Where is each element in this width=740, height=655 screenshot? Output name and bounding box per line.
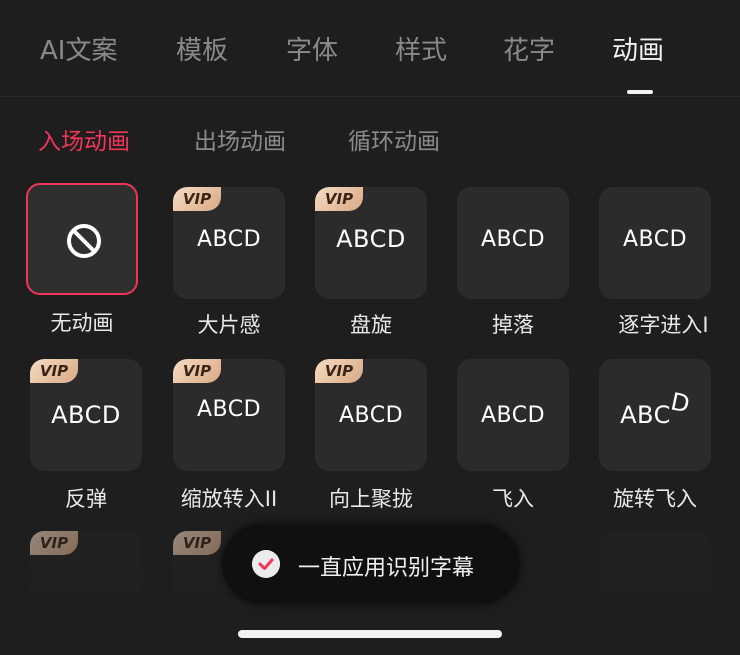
vip-badge: VIP bbox=[315, 359, 363, 383]
animation-label: 反弹 bbox=[65, 487, 107, 511]
animation-thumbnail bbox=[26, 183, 138, 295]
checkmark-icon[interactable] bbox=[252, 550, 280, 578]
animation-sample-text: ABCD bbox=[196, 397, 262, 422]
vip-badge: VIP bbox=[315, 187, 363, 211]
animation-label: 大片感 bbox=[197, 313, 261, 337]
animation-label: 掉落 bbox=[492, 313, 534, 337]
animation-sample-text: ABCD bbox=[622, 227, 688, 252]
animation-sample-text: ABCD bbox=[599, 387, 711, 429]
animation-thumbnail: ABCD bbox=[599, 359, 711, 471]
animation-label: 向上聚拢 bbox=[329, 487, 413, 511]
tab-styles[interactable]: 样式 bbox=[395, 30, 447, 67]
animation-thumbnail: ABCD VIP bbox=[315, 187, 427, 299]
vip-badge: VIP bbox=[173, 531, 221, 555]
active-tab-indicator bbox=[627, 90, 653, 94]
vip-badge: VIP bbox=[173, 359, 221, 383]
sample-text-rotated-d: D bbox=[668, 387, 693, 419]
animation-subtab-bar: 入场动画 出场动画 循环动画 bbox=[0, 112, 740, 162]
animation-thumbnail: ABCD bbox=[599, 187, 711, 299]
tab-animation[interactable]: 动画 bbox=[612, 30, 664, 67]
animation-thumbnail: ABCD bbox=[457, 359, 569, 471]
vip-badge: VIP bbox=[173, 187, 221, 211]
no-entry-icon bbox=[67, 224, 101, 258]
animation-label: 缩放转入II bbox=[180, 487, 278, 511]
tab-ai-copy[interactable]: AI文案 bbox=[40, 30, 117, 67]
apply-recognized-subtitles-toast[interactable]: 一直应用识别字幕 bbox=[222, 524, 520, 604]
tab-templates[interactable]: 模板 bbox=[176, 30, 228, 67]
animation-thumbnail: ABCD VIP bbox=[173, 187, 285, 299]
tab-fonts[interactable]: 字体 bbox=[286, 30, 338, 67]
animation-label: 盘旋 bbox=[350, 313, 392, 337]
animation-label: 逐字进入I bbox=[618, 313, 709, 337]
home-indicator[interactable] bbox=[238, 630, 502, 638]
animation-sample-text: ABCD bbox=[480, 227, 546, 252]
subtab-exit[interactable]: 出场动画 bbox=[194, 122, 286, 156]
vip-badge: VIP bbox=[30, 359, 78, 383]
animation-thumbnail: ABCD VIP bbox=[173, 359, 285, 471]
animation-sample-text: ABCD bbox=[480, 403, 546, 428]
tab-fancy-text[interactable]: 花字 bbox=[503, 30, 555, 67]
toast-text: 一直应用识别字幕 bbox=[298, 556, 475, 581]
subtab-entrance[interactable]: 入场动画 bbox=[38, 122, 130, 156]
animation-label: 无动画 bbox=[50, 311, 114, 335]
animation-sample-text: ABCD bbox=[336, 225, 406, 253]
animation-sample-text: ABCD bbox=[338, 403, 404, 428]
sample-text-abc: ABC bbox=[620, 401, 671, 429]
animation-sample-text: ABCD bbox=[196, 227, 262, 252]
vip-badge: VIP bbox=[30, 531, 78, 555]
animation-label: 飞入 bbox=[492, 487, 534, 511]
top-tab-bar: AI文案 模板 字体 样式 花字 动画 bbox=[0, 0, 740, 97]
animation-sample-text: ABCD bbox=[51, 401, 121, 429]
animation-thumbnail: ABCD bbox=[457, 187, 569, 299]
subtab-loop[interactable]: 循环动画 bbox=[348, 122, 440, 156]
animation-thumbnail: ABCD VIP bbox=[315, 359, 427, 471]
animation-thumbnail: ABCD VIP bbox=[30, 359, 142, 471]
animation-label: 旋转飞入 bbox=[613, 487, 697, 511]
